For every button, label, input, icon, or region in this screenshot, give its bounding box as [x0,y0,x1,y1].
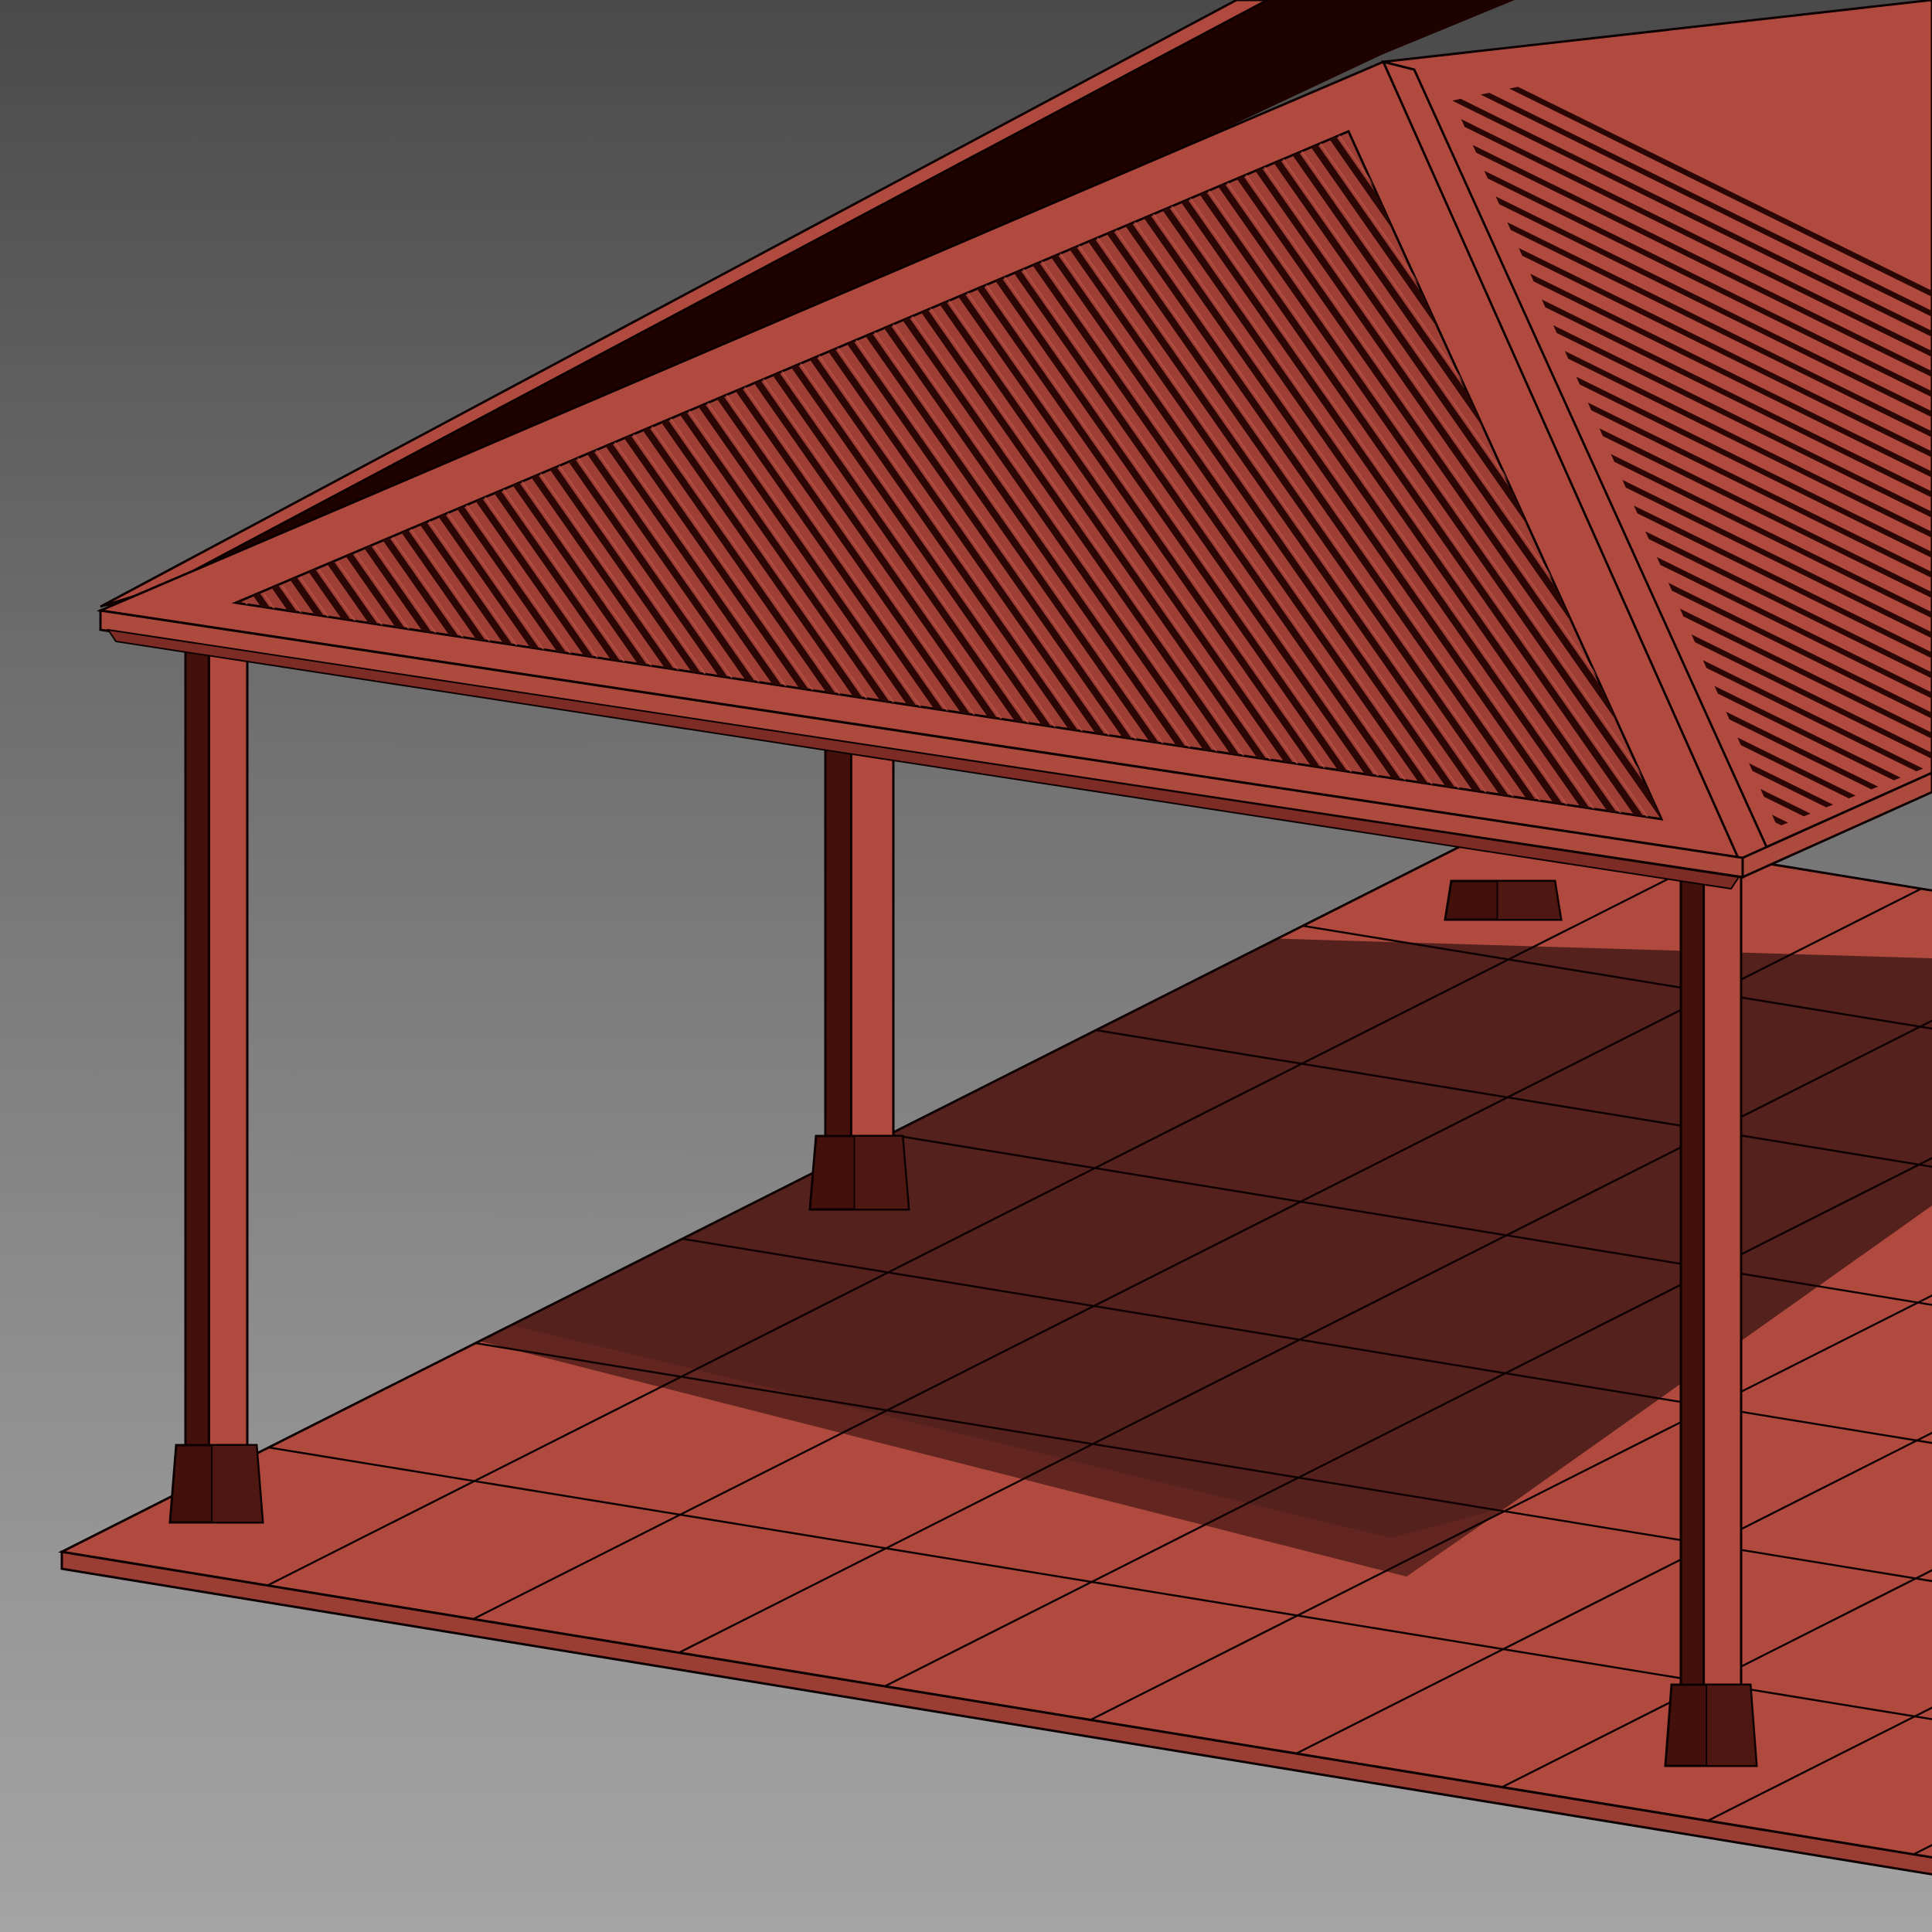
pavilion-model [58,0,1932,1888]
post-4 [1444,879,1563,921]
post-2 [808,736,910,1211]
floor-slab [58,820,1932,1888]
3d-viewport[interactable] [0,0,1932,1932]
post-1 [168,644,264,1524]
